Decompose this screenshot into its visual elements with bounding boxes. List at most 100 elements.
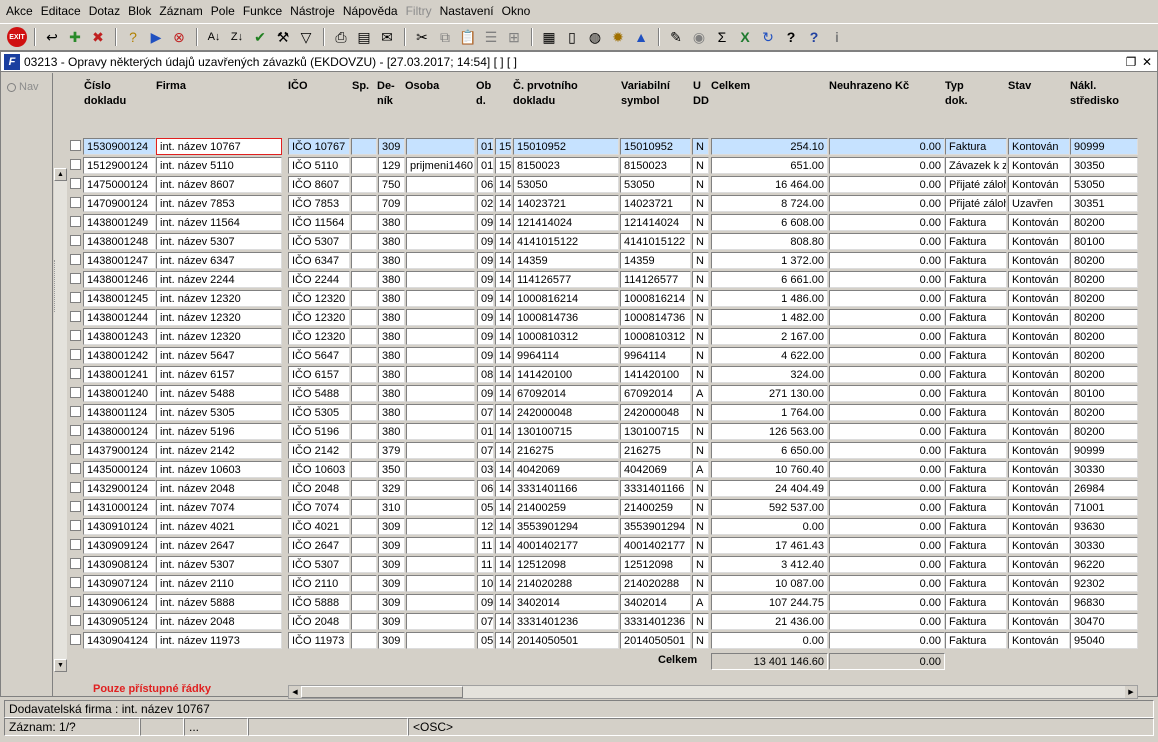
cell-cislo[interactable]: 1438001240 bbox=[83, 385, 156, 402]
cell-denik[interactable]: 380 bbox=[378, 366, 405, 383]
cell-ob2[interactable]: 14 bbox=[495, 214, 512, 231]
back-button[interactable]: ↩ bbox=[41, 26, 63, 48]
cell-neuhr[interactable]: 0.00 bbox=[829, 499, 945, 516]
scroll-right-button[interactable]: ▶ bbox=[1125, 686, 1137, 698]
cell-osoba[interactable] bbox=[406, 461, 475, 478]
info-button[interactable]: i bbox=[826, 26, 848, 48]
row-checkbox[interactable] bbox=[70, 482, 81, 493]
cell-sp[interactable] bbox=[351, 271, 377, 288]
cell-firma[interactable]: int. název 6347 bbox=[156, 252, 282, 269]
column-header-firma[interactable]: Firma bbox=[156, 79, 186, 94]
column-header-vs[interactable]: Variabilní symbol bbox=[621, 79, 670, 109]
cell-celkem[interactable]: 254.10 bbox=[711, 138, 828, 155]
vertical-scroll-thumb[interactable] bbox=[54, 260, 67, 312]
query-button[interactable]: ? bbox=[122, 26, 144, 48]
cell-vs[interactable]: 4141015122 bbox=[620, 233, 691, 250]
cell-neuhr[interactable]: 0.00 bbox=[829, 271, 945, 288]
cell-neuhr[interactable]: 0.00 bbox=[829, 537, 945, 554]
cell-typ[interactable]: Faktura bbox=[945, 233, 1007, 250]
cell-denik[interactable]: 380 bbox=[378, 290, 405, 307]
table-row[interactable]: 1430910124 int. název 4021 IČO 4021 309 12 14… bbox=[54, 517, 1157, 536]
cell-denik[interactable]: 380 bbox=[378, 233, 405, 250]
cell-celkem[interactable]: 8 724.00 bbox=[711, 195, 828, 212]
cell-celkem[interactable]: 6 650.00 bbox=[711, 442, 828, 459]
cell-celkem[interactable]: 0.00 bbox=[711, 632, 828, 649]
cell-udd[interactable]: N bbox=[692, 632, 709, 649]
cell-cprv[interactable]: 15010952 bbox=[513, 138, 619, 155]
cell-cislo[interactable]: 1438001244 bbox=[83, 309, 156, 326]
cell-ico[interactable]: IČO 10603 bbox=[288, 461, 350, 478]
cell-celkem[interactable]: 0.00 bbox=[711, 518, 828, 535]
menu-item-okno[interactable]: Okno bbox=[498, 0, 535, 23]
cell-ob1[interactable]: 12 bbox=[477, 518, 494, 535]
cell-celkem[interactable]: 1 486.00 bbox=[711, 290, 828, 307]
cell-neuhr[interactable]: 0.00 bbox=[829, 385, 945, 402]
cell-celkem[interactable]: 592 537.00 bbox=[711, 499, 828, 516]
cell-firma[interactable]: int. název 7853 bbox=[156, 195, 282, 212]
cell-udd[interactable]: N bbox=[692, 347, 709, 364]
cell-cprv[interactable]: 242000048 bbox=[513, 404, 619, 421]
cell-osoba[interactable] bbox=[406, 233, 475, 250]
cell-ico[interactable]: IČO 2048 bbox=[288, 480, 350, 497]
cell-cislo[interactable]: 1438001243 bbox=[83, 328, 156, 345]
cell-stav[interactable]: Kontován bbox=[1008, 214, 1070, 231]
menu-item-záznam[interactable]: Záznam bbox=[155, 0, 206, 23]
cell-udd[interactable]: N bbox=[692, 138, 709, 155]
cell-cprv[interactable]: 1000810312 bbox=[513, 328, 619, 345]
cell-ico[interactable]: IČO 11973 bbox=[288, 632, 350, 649]
menu-item-akce[interactable]: Akce bbox=[2, 0, 37, 23]
cell-typ[interactable]: Faktura bbox=[945, 442, 1007, 459]
cell-neuhr[interactable]: 0.00 bbox=[829, 518, 945, 535]
cell-nakl[interactable]: 92302 bbox=[1070, 575, 1138, 592]
row-checkbox[interactable] bbox=[70, 520, 81, 531]
cell-cprv[interactable]: 1000814736 bbox=[513, 309, 619, 326]
cell-ob2[interactable]: 14 bbox=[495, 309, 512, 326]
cell-ico[interactable]: IČO 4021 bbox=[288, 518, 350, 535]
cell-osoba[interactable] bbox=[406, 271, 475, 288]
cell-ob2[interactable]: 14 bbox=[495, 442, 512, 459]
cell-stav[interactable]: Kontován bbox=[1008, 176, 1070, 193]
cell-osoba[interactable] bbox=[406, 537, 475, 554]
cell-firma[interactable]: int. název 5307 bbox=[156, 233, 282, 250]
cell-osoba[interactable] bbox=[406, 480, 475, 497]
column-header-typ[interactable]: Typ dok. bbox=[945, 79, 968, 109]
cell-sp[interactable] bbox=[351, 632, 377, 649]
cell-ico[interactable]: IČO 11564 bbox=[288, 214, 350, 231]
cell-vs[interactable]: 1000816214 bbox=[620, 290, 691, 307]
cell-ob2[interactable]: 14 bbox=[495, 252, 512, 269]
cell-celkem[interactable]: 271 130.00 bbox=[711, 385, 828, 402]
cell-vs[interactable]: 130100715 bbox=[620, 423, 691, 440]
cell-stav[interactable]: Kontován bbox=[1008, 290, 1070, 307]
cell-sp[interactable] bbox=[351, 309, 377, 326]
cell-nakl[interactable]: 30351 bbox=[1070, 195, 1138, 212]
cell-udd[interactable]: N bbox=[692, 480, 709, 497]
cell-stav[interactable]: Kontován bbox=[1008, 480, 1070, 497]
cell-vs[interactable]: 3402014 bbox=[620, 594, 691, 611]
cell-vs[interactable]: 3331401236 bbox=[620, 613, 691, 630]
cell-cislo[interactable]: 1438001124 bbox=[83, 404, 156, 421]
cell-udd[interactable]: N bbox=[692, 537, 709, 554]
cell-denik[interactable]: 309 bbox=[378, 556, 405, 573]
cell-cprv[interactable]: 4001402177 bbox=[513, 537, 619, 554]
cell-ob1[interactable]: 10 bbox=[477, 575, 494, 592]
cell-celkem[interactable]: 10 087.00 bbox=[711, 575, 828, 592]
cell-sp[interactable] bbox=[351, 157, 377, 174]
column-header-osoba[interactable]: Osoba bbox=[405, 79, 439, 94]
cell-sp[interactable] bbox=[351, 385, 377, 402]
cell-denik[interactable]: 750 bbox=[378, 176, 405, 193]
cell-ob1[interactable]: 05 bbox=[477, 499, 494, 516]
tree-button[interactable]: ⊞ bbox=[503, 26, 525, 48]
cell-denik[interactable]: 309 bbox=[378, 138, 405, 155]
cell-ob1[interactable]: 01 bbox=[477, 423, 494, 440]
cell-cprv[interactable]: 14023721 bbox=[513, 195, 619, 212]
cell-nakl[interactable]: 30330 bbox=[1070, 461, 1138, 478]
cell-typ[interactable]: Faktura bbox=[945, 480, 1007, 497]
cell-denik[interactable]: 309 bbox=[378, 537, 405, 554]
cell-neuhr[interactable]: 0.00 bbox=[829, 461, 945, 478]
cell-ob2[interactable]: 14 bbox=[495, 461, 512, 478]
filter-button[interactable]: ▽ bbox=[295, 26, 317, 48]
sort-desc-button[interactable]: Z↓ bbox=[226, 26, 248, 48]
cell-ob1[interactable]: 05 bbox=[477, 632, 494, 649]
cell-cislo[interactable]: 1430904124 bbox=[83, 632, 156, 649]
cell-nakl[interactable]: 96830 bbox=[1070, 594, 1138, 611]
